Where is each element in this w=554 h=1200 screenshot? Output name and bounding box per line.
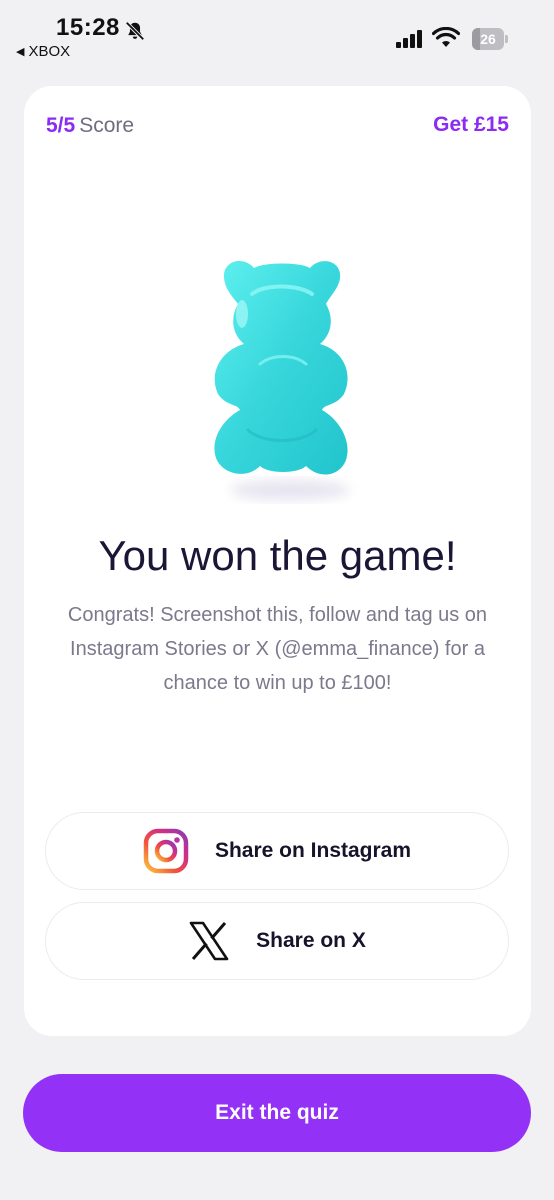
exit-quiz-button[interactable]: Exit the quiz: [23, 1074, 531, 1152]
battery-icon: 26: [472, 28, 508, 50]
share-x-button[interactable]: Share on X: [45, 902, 509, 980]
score-label: Score: [79, 114, 135, 137]
result-description: Congrats! Screenshot this, follow and ta…: [67, 604, 488, 694]
instagram-icon: [143, 828, 189, 874]
score-value: 5/5: [46, 114, 76, 137]
get-reward-link[interactable]: Get £15: [433, 113, 509, 137]
result-headline: You won the game!: [98, 532, 457, 579]
gummy-bear-illustration: [214, 261, 350, 500]
x-logo-icon: [189, 921, 229, 961]
result-card: 5/5 Score Get £15 You won the game! Congr…: [24, 86, 531, 1036]
status-time: 15:28: [56, 14, 120, 41]
battery-percentage: 26: [480, 31, 496, 47]
signal-icon: [396, 30, 422, 48]
share-x-label: Share on X: [256, 929, 366, 952]
score-display: 5/5 Score: [46, 114, 134, 138]
back-triangle-icon: ◀: [16, 46, 25, 58]
share-instagram-label: Share on Instagram: [214, 839, 412, 862]
bell-slash-icon: [125, 21, 145, 41]
back-app-label: XBOX: [28, 43, 71, 60]
back-to-app-link[interactable]: ◀ XBOX: [16, 43, 70, 60]
share-instagram-button[interactable]: Share on Instagram: [45, 812, 509, 890]
wifi-icon: [432, 27, 460, 47]
status-bar: 15:28 ◀ XBOX 26: [0, 0, 554, 70]
